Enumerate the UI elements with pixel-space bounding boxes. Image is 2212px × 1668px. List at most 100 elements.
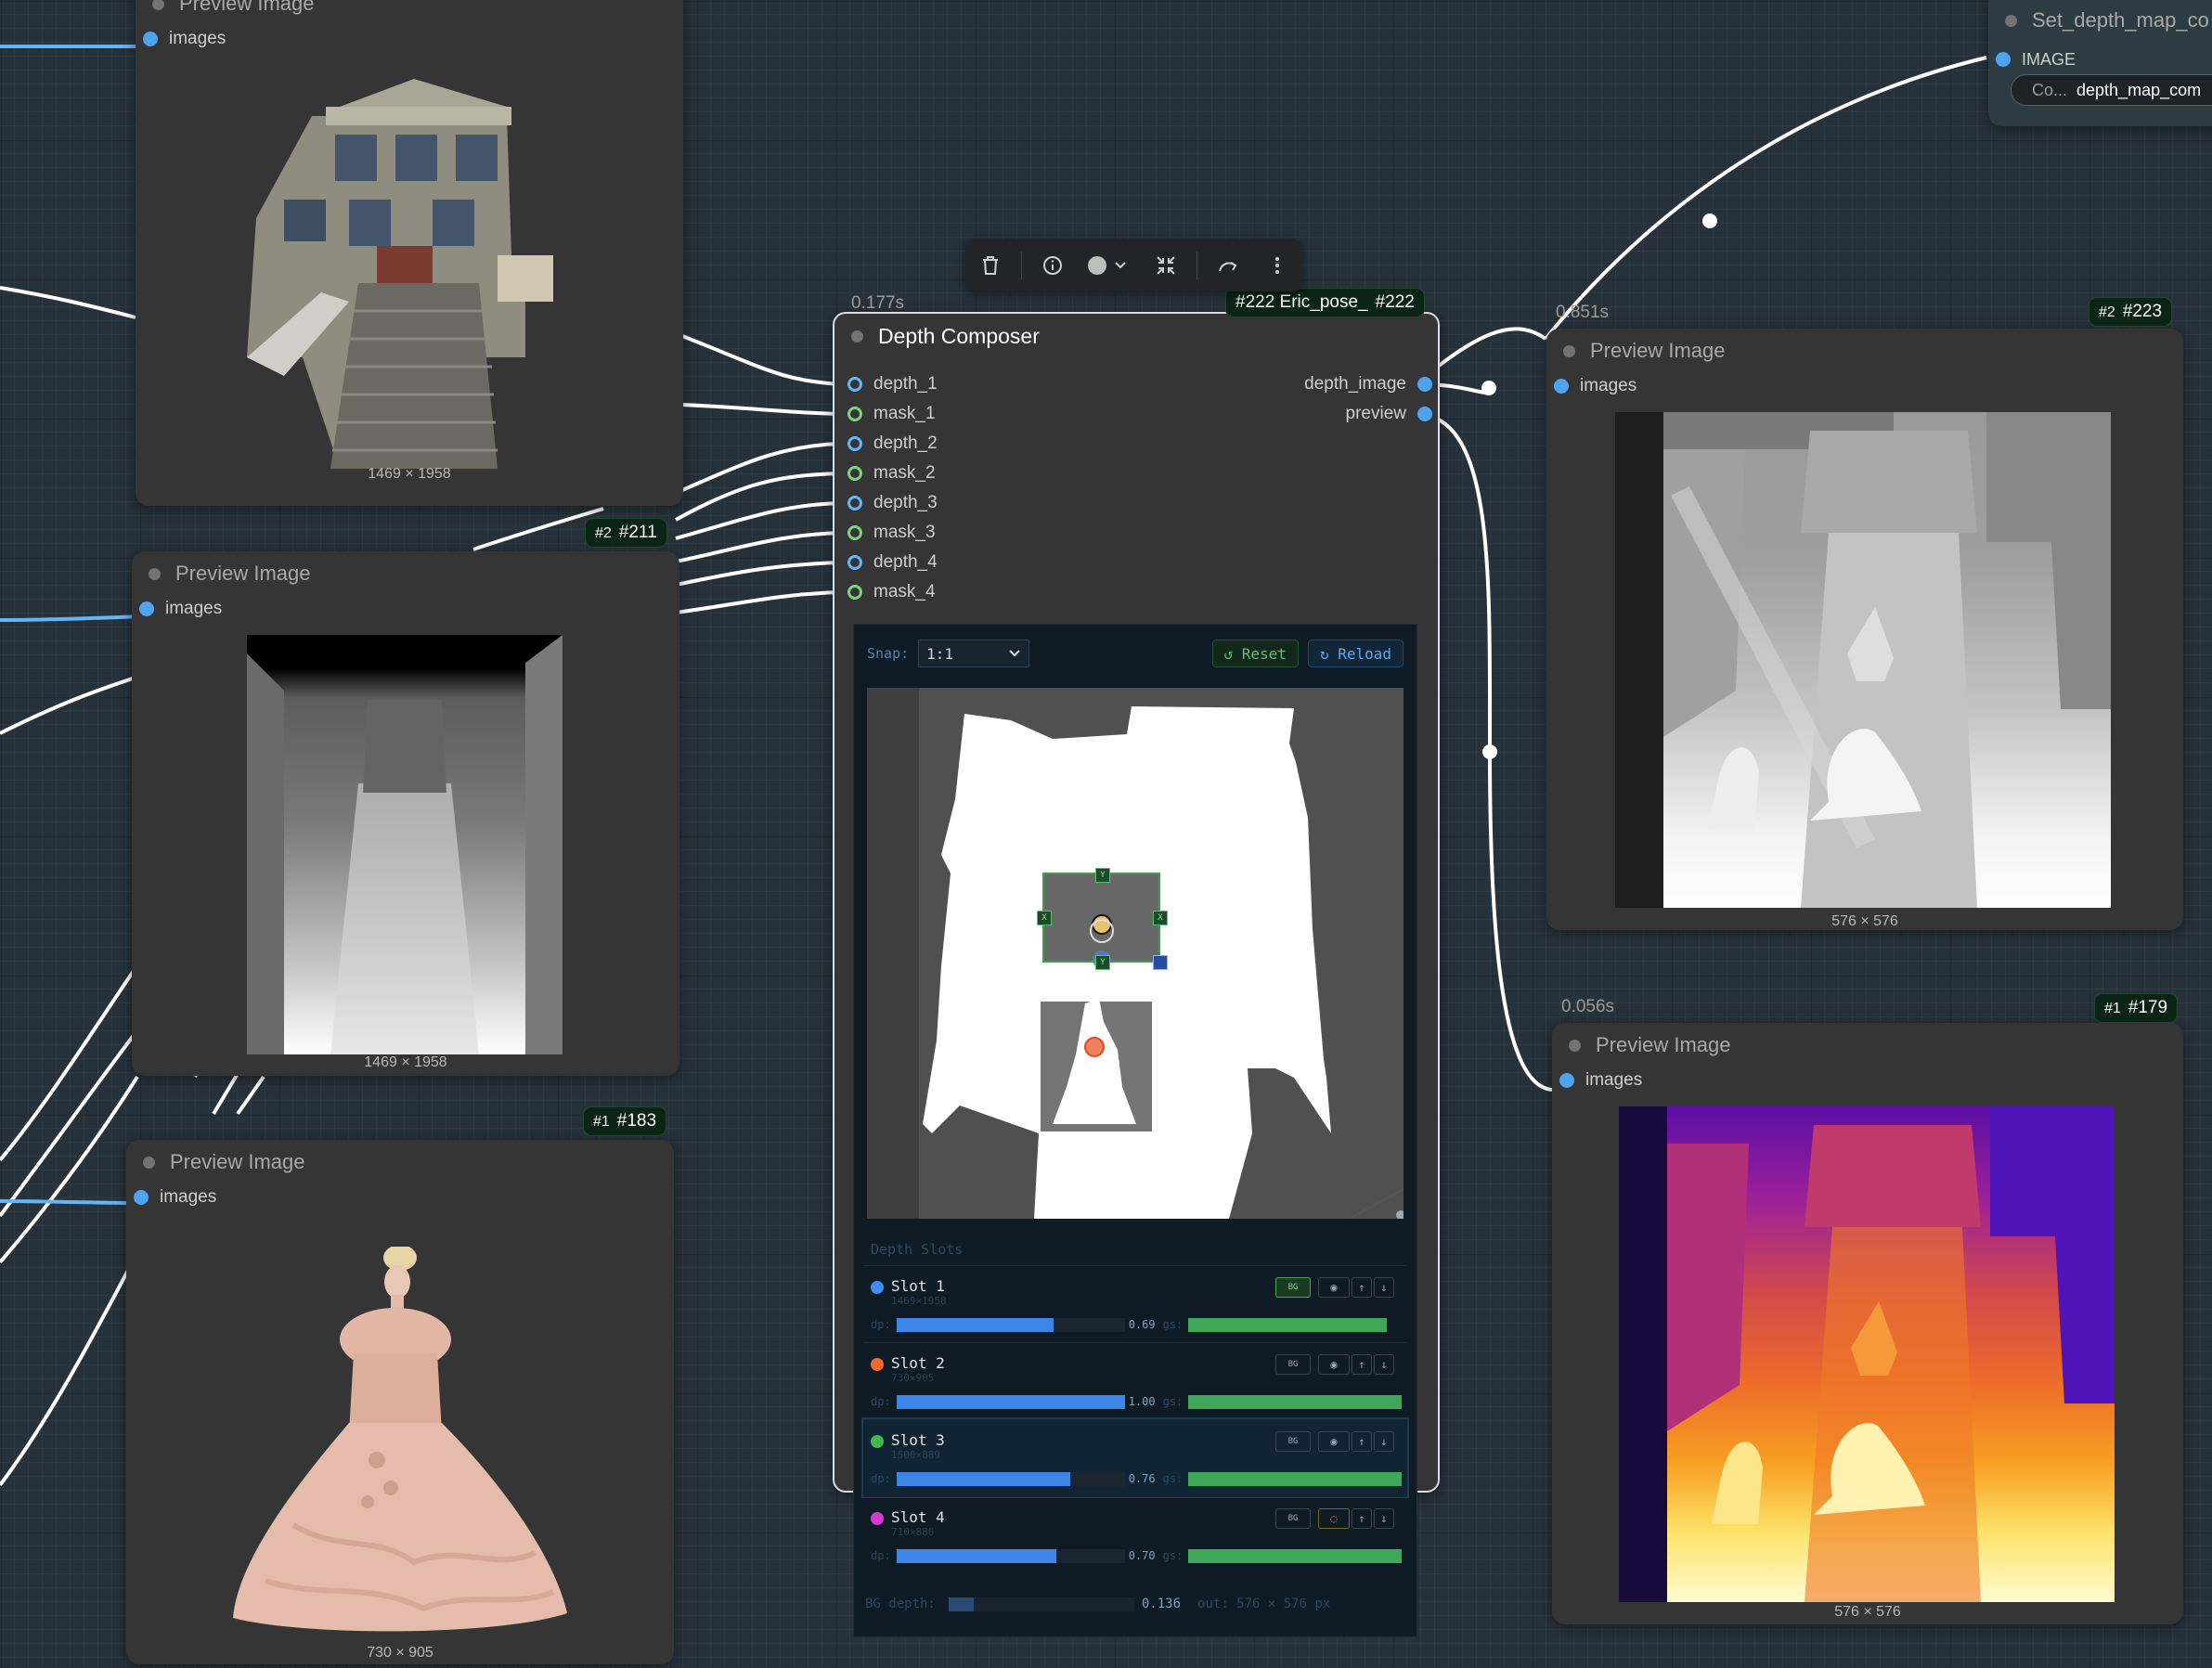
input-label: depth_4 (873, 552, 938, 572)
output-slot-preview[interactable]: preview (1304, 399, 1432, 429)
input-dot[interactable] (847, 585, 862, 600)
input-dot[interactable] (143, 32, 158, 46)
slot-color-dot (871, 1358, 884, 1371)
input-slot[interactable]: mask_3 (847, 518, 938, 548)
depth-slot-4[interactable]: Slot 4 710×880 BG ◌ ↑ ↓ dp: 0.70 gs: (863, 1496, 1407, 1573)
move-up-button[interactable]: ↑ (1352, 1508, 1372, 1529)
info-icon[interactable] (1034, 247, 1071, 284)
input-slot[interactable]: depth_4 (847, 548, 938, 577)
input-dot[interactable] (134, 1190, 149, 1205)
output-slot-depth-image[interactable]: depth_image (1304, 369, 1432, 399)
input-dot[interactable] (847, 407, 862, 421)
depth-slot-2[interactable]: Slot 2 730×905 BG ◉ ↑ ↓ dp: 1.00 gs: (863, 1342, 1407, 1419)
input-slot[interactable]: mask_1 (847, 399, 938, 429)
output-dot[interactable] (1417, 377, 1432, 392)
input-dot[interactable] (847, 496, 862, 511)
trash-icon[interactable] (972, 247, 1009, 284)
input-dot[interactable] (847, 525, 862, 540)
input-slot[interactable]: mask_2 (847, 459, 938, 488)
more-icon[interactable] (1259, 247, 1296, 284)
move-down-button[interactable]: ↓ (1374, 1354, 1394, 1375)
eye-icon[interactable]: ◉ (1318, 1354, 1350, 1375)
input-dot[interactable] (847, 377, 862, 392)
handle-top[interactable]: Y (1095, 868, 1110, 883)
bg-toggle-button[interactable]: BG (1275, 1508, 1311, 1529)
node-header[interactable]: Preview Image (1552, 1023, 2183, 1067)
input-slot-images[interactable]: images (132, 594, 679, 624)
gs-slider[interactable] (1188, 1317, 1388, 1332)
dp-slider[interactable] (896, 1548, 1125, 1563)
depth-slot-3[interactable]: Slot 3 1500×889 BG ◉ ↑ ↓ dp: 0.76 gs: (861, 1417, 1409, 1498)
dp-value: 1.00 (1128, 1395, 1156, 1408)
move-up-button[interactable]: ↑ (1352, 1277, 1372, 1298)
bg-toggle-button[interactable]: BG (1275, 1354, 1311, 1375)
gs-slider[interactable] (1188, 1548, 1403, 1563)
node-status-dot (149, 567, 161, 580)
bg-toggle-button[interactable]: BG (1275, 1277, 1311, 1298)
input-slot[interactable]: depth_2 (847, 429, 938, 459)
eye-icon[interactable]: ◉ (1318, 1431, 1350, 1452)
dp-slider[interactable] (896, 1471, 1125, 1486)
move-down-button[interactable]: ↓ (1374, 1277, 1394, 1298)
input-dot[interactable] (1559, 1073, 1574, 1088)
handle-right[interactable]: X (1153, 911, 1168, 925)
input-dot[interactable] (847, 436, 862, 451)
slot-dims: 1469×1958 (891, 1295, 947, 1307)
node-header[interactable]: Preview Image (136, 0, 683, 26)
bg-toggle-button[interactable]: BG (1275, 1431, 1311, 1452)
input-dot[interactable] (847, 555, 862, 570)
color-icon[interactable] (1083, 247, 1135, 284)
node-header[interactable]: Depth Composer (834, 314, 1438, 358)
reset-button[interactable]: ↺ Reset (1211, 640, 1299, 667)
input-label: images (160, 1187, 217, 1207)
preview-image-node-depth[interactable]: Preview Image images 1469 × 1958 (132, 551, 679, 1076)
input-slot[interactable]: depth_3 (847, 488, 938, 518)
snap-label: Snap: (867, 645, 910, 662)
dp-slider[interactable] (896, 1317, 1125, 1332)
input-dot[interactable] (847, 466, 862, 481)
input-label: images (169, 29, 226, 48)
depth-slot-1[interactable]: Slot 1 1469×1958 BG ◉ ↑ ↓ dp: 0.69 gs: (863, 1265, 1407, 1342)
output-dot[interactable] (1417, 407, 1432, 421)
scale-handle[interactable] (1153, 955, 1168, 970)
widget-constant-field[interactable]: Co... depth_map_com (2011, 74, 2212, 106)
move-down-button[interactable]: ↓ (1374, 1508, 1394, 1529)
collapse-icon[interactable] (1147, 247, 1184, 284)
move-down-button[interactable]: ↓ (1374, 1431, 1394, 1452)
dp-slider[interactable] (896, 1394, 1125, 1409)
preview-image-node-dress[interactable]: Preview Image images 730 × 905 (126, 1140, 674, 1664)
bg-depth-slider[interactable] (948, 1597, 1134, 1611)
input-slot-images[interactable]: images (136, 24, 683, 54)
preview-image-node-house[interactable]: Preview Image images 1469 × 1958 (136, 0, 683, 506)
input-dot[interactable] (1554, 379, 1569, 394)
snap-select[interactable]: 1:1 (918, 640, 1030, 667)
node-header[interactable]: Preview Image (126, 1140, 674, 1184)
gs-label: gs: (1162, 1472, 1184, 1485)
gs-slider[interactable] (1188, 1394, 1403, 1409)
reload-button[interactable]: ↻ Reload (1307, 640, 1404, 667)
input-slot[interactable]: mask_4 (847, 577, 938, 607)
input-slot-image[interactable]: IMAGE (1988, 45, 2212, 74)
node-header[interactable]: Preview Image (132, 551, 679, 596)
move-up-button[interactable]: ↑ (1352, 1354, 1372, 1375)
preview-image-node-output[interactable]: Preview Image images 576 × 576 (1546, 329, 2183, 930)
eye-icon[interactable]: ◉ (1318, 1277, 1350, 1298)
move-up-button[interactable]: ↑ (1352, 1431, 1372, 1452)
input-slot[interactable]: depth_1 (847, 369, 938, 399)
gs-slider[interactable] (1188, 1471, 1403, 1486)
set-depth-map-node[interactable]: Set_depth_map_co IMAGE Co... depth_map_c… (1988, 0, 2212, 126)
input-slot-images[interactable]: images (1546, 371, 2183, 401)
input-slot-images[interactable]: images (126, 1183, 674, 1212)
bypass-icon[interactable] (1209, 247, 1247, 284)
dp-label: dp: (871, 1549, 891, 1562)
composition-canvas[interactable]: Y Y X X (867, 688, 1404, 1219)
input-dot[interactable] (1996, 52, 2011, 67)
handle-left[interactable]: X (1037, 911, 1052, 925)
input-dot[interactable] (139, 601, 154, 616)
preview-image-node-colorized[interactable]: Preview Image images 576 × 576 (1552, 1023, 2183, 1624)
input-slot-images[interactable]: images (1552, 1066, 2183, 1095)
handle-bottom[interactable]: Y (1095, 955, 1110, 970)
node-header[interactable]: Preview Image (1546, 329, 2183, 373)
node-header[interactable]: Set_depth_map_co (1988, 0, 2212, 45)
eye-off-icon[interactable]: ◌ (1318, 1508, 1350, 1529)
